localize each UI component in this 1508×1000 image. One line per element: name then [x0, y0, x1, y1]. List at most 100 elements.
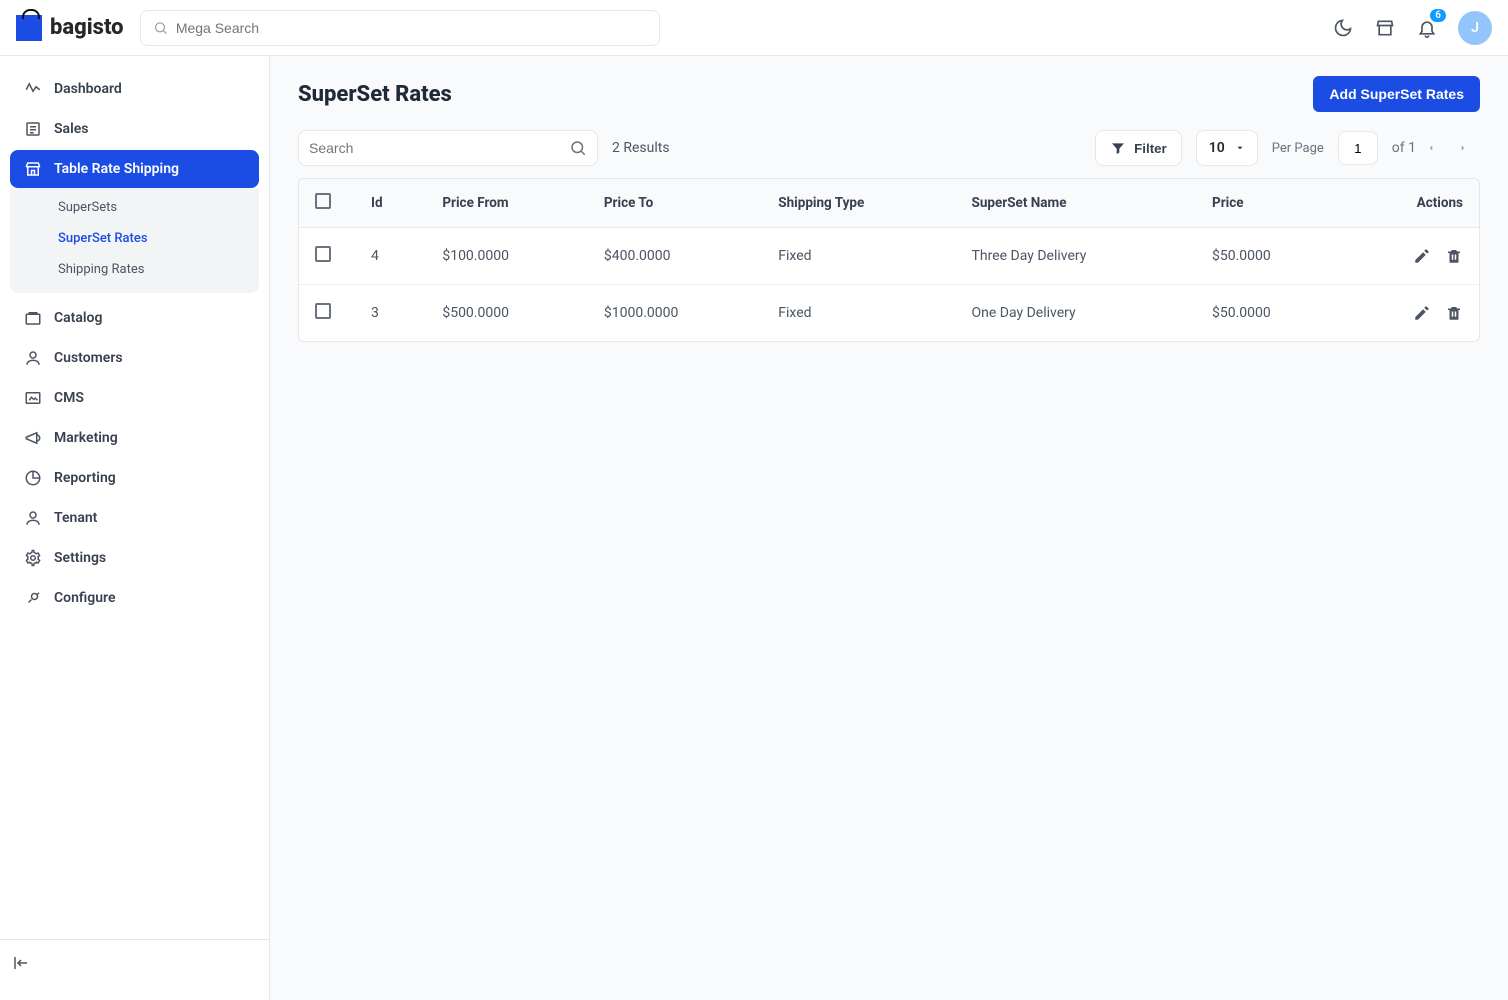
filter-button[interactable]: Filter	[1095, 130, 1182, 166]
top-bar: bagisto 6 J	[0, 0, 1508, 56]
table-search-input[interactable]	[309, 140, 569, 156]
settings-icon	[24, 549, 42, 567]
cell-price-to: $1000.0000	[588, 285, 762, 342]
column-header[interactable]: Price	[1196, 179, 1345, 228]
column-header[interactable]: Price To	[588, 179, 762, 228]
cell-id: 4	[355, 228, 426, 285]
per-page-select[interactable]: 10	[1196, 130, 1258, 166]
moon-icon	[1333, 18, 1353, 38]
column-header[interactable]: Actions	[1345, 179, 1479, 228]
cell-superset-name: One Day Delivery	[956, 285, 1196, 342]
cell-price: $50.0000	[1196, 285, 1345, 342]
sidebar-subnav: SuperSetsSuperSet RatesShipping Rates	[10, 188, 259, 293]
column-header[interactable]	[299, 179, 355, 228]
marketing-icon	[24, 429, 42, 447]
mega-search-input[interactable]	[176, 20, 647, 36]
sidebar-item-settings[interactable]: Settings	[10, 539, 259, 577]
sidebar-item-cms[interactable]: CMS	[10, 379, 259, 417]
prev-page-button[interactable]	[1426, 143, 1448, 153]
sidebar-item-reporting[interactable]: Reporting	[10, 459, 259, 497]
toolbar: 2 Results Filter 10 Per Page of 1	[298, 130, 1480, 166]
sidebar-item-label: Customers	[54, 350, 123, 366]
tenant-icon	[24, 509, 42, 527]
chevron-left-icon	[1426, 143, 1436, 153]
customers-icon	[24, 349, 42, 367]
sidebar: Dashboard Sales Table Rate Shipping SuperSe…	[0, 56, 270, 1000]
mega-search[interactable]	[140, 10, 660, 46]
configure-icon	[24, 589, 42, 607]
sidebar-item-dashboard[interactable]: Dashboard	[10, 70, 259, 108]
results-count: 2 Results	[612, 140, 670, 156]
sidebar-item-label: Table Rate Shipping	[54, 161, 179, 177]
edit-button[interactable]	[1413, 304, 1431, 322]
page-title: SuperSet Rates	[298, 82, 452, 107]
chevron-right-icon	[1458, 143, 1468, 153]
sales-icon	[24, 120, 42, 138]
table-rate-shipping-icon	[24, 160, 42, 178]
per-page-label: Per Page	[1272, 141, 1324, 156]
sidebar-subitem-supersets[interactable]: SuperSets	[10, 192, 259, 223]
user-avatar[interactable]: J	[1458, 11, 1492, 45]
edit-button[interactable]	[1413, 247, 1431, 265]
sidebar-item-label: Catalog	[54, 310, 102, 326]
top-right-actions: 6 J	[1332, 11, 1492, 45]
sidebar-footer	[0, 939, 269, 986]
brand-logo[interactable]: bagisto	[16, 15, 124, 41]
sidebar-item-sales[interactable]: Sales	[10, 110, 259, 148]
sidebar-item-label: Settings	[54, 550, 106, 566]
row-checkbox[interactable]	[315, 246, 331, 262]
next-page-button[interactable]	[1458, 143, 1480, 153]
select-all-checkbox[interactable]	[315, 193, 331, 209]
column-header[interactable]: Id	[355, 179, 426, 228]
filter-icon	[1110, 140, 1126, 156]
cell-price-from: $100.0000	[426, 228, 588, 285]
cell-superset-name: Three Day Delivery	[956, 228, 1196, 285]
sidebar-item-catalog[interactable]: Catalog	[10, 299, 259, 337]
column-header[interactable]: Price From	[426, 179, 588, 228]
trash-icon	[1445, 247, 1463, 265]
cell-shipping-type: Fixed	[762, 285, 955, 342]
add-superset-rates-button[interactable]: Add SuperSet Rates	[1313, 76, 1480, 112]
row-checkbox[interactable]	[315, 303, 331, 319]
filter-label: Filter	[1134, 141, 1167, 156]
sidebar-item-marketing[interactable]: Marketing	[10, 419, 259, 457]
notifications-button[interactable]: 6	[1416, 17, 1438, 39]
sidebar-item-table-rate-shipping[interactable]: Table Rate Shipping	[10, 150, 259, 188]
pencil-icon	[1413, 304, 1431, 322]
catalog-icon	[24, 309, 42, 327]
page-number-input[interactable]	[1338, 131, 1378, 165]
sidebar-item-label: Configure	[54, 590, 115, 606]
sidebar-item-label: Reporting	[54, 470, 116, 486]
cell-shipping-type: Fixed	[762, 228, 955, 285]
delete-button[interactable]	[1445, 304, 1463, 322]
main-content: SuperSet Rates Add SuperSet Rates 2 Resu…	[270, 56, 1508, 1000]
pencil-icon	[1413, 247, 1431, 265]
table-search[interactable]	[298, 130, 598, 166]
notification-badge: 6	[1430, 9, 1446, 22]
sidebar-subitem-superset-rates[interactable]: SuperSet Rates	[10, 223, 259, 254]
delete-button[interactable]	[1445, 247, 1463, 265]
data-table: IdPrice FromPrice ToShipping TypeSuperSe…	[298, 178, 1480, 342]
sidebar-item-label: Dashboard	[54, 81, 122, 97]
store-switcher[interactable]	[1374, 17, 1396, 39]
pager: of 1	[1392, 140, 1480, 156]
column-header[interactable]: SuperSet Name	[956, 179, 1196, 228]
collapse-sidebar-button[interactable]	[10, 952, 32, 974]
reporting-icon	[24, 469, 42, 487]
search-icon	[569, 139, 587, 157]
cell-price-from: $500.0000	[426, 285, 588, 342]
sidebar-item-tenant[interactable]: Tenant	[10, 499, 259, 537]
column-header[interactable]: Shipping Type	[762, 179, 955, 228]
sidebar-item-configure[interactable]: Configure	[10, 579, 259, 617]
dark-mode-toggle[interactable]	[1332, 17, 1354, 39]
per-page-value: 10	[1209, 140, 1225, 156]
collapse-icon	[12, 954, 30, 972]
sidebar-item-label: Marketing	[54, 430, 118, 446]
brand-mark-icon	[16, 15, 42, 41]
cell-id: 3	[355, 285, 426, 342]
sidebar-item-label: Sales	[54, 121, 88, 137]
sidebar-subitem-shipping-rates[interactable]: Shipping Rates	[10, 254, 259, 285]
table-row: 3$500.0000$1000.0000FixedOne Day Deliver…	[299, 285, 1479, 342]
storefront-icon	[1375, 18, 1395, 38]
sidebar-item-customers[interactable]: Customers	[10, 339, 259, 377]
